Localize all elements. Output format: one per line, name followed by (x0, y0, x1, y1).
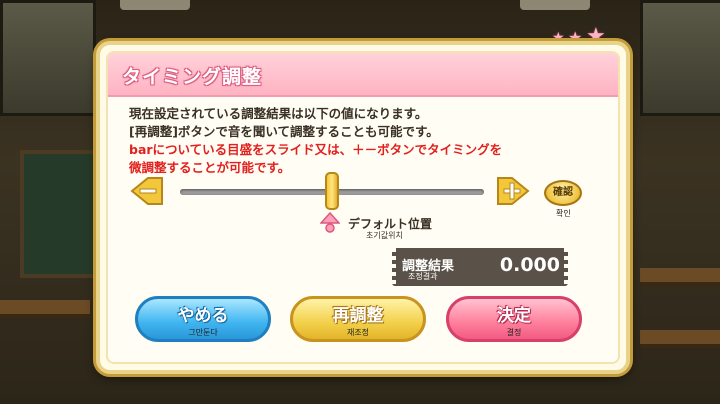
timing-slider-handle[interactable] (325, 172, 339, 210)
readjust-button[interactable]: 再調整 재조정 (290, 296, 426, 342)
bg-desk (640, 268, 720, 286)
default-position-marker-icon (320, 212, 340, 233)
bg-board (20, 150, 98, 278)
decide-button[interactable]: 決定 결정 (446, 296, 582, 342)
confirm-sublabel: 확인 (556, 209, 571, 218)
readjust-button-sublabel: 재조정 (346, 328, 370, 337)
bg-desk (0, 300, 90, 318)
cancel-button-sublabel: 그만둔다 (188, 328, 218, 337)
cancel-button-label: やめる (177, 306, 229, 326)
dialog-title: タイミング調整 (122, 66, 263, 88)
readjust-button-label: 再調整 (332, 306, 384, 326)
result-value: 0.000 (499, 254, 560, 276)
confirm-button[interactable]: 確認 (544, 180, 582, 206)
minus-arrow-icon[interactable] (130, 176, 164, 206)
decide-button-label: 決定 (497, 306, 531, 326)
bg-lamp (520, 0, 590, 10)
message-line-3: barについている目盛をスライド又は、＋－ボタンでタイミングを (129, 142, 503, 157)
bg-window (0, 0, 96, 116)
cancel-button[interactable]: やめる 그만둔다 (135, 296, 271, 342)
plus-arrow-icon[interactable] (496, 176, 530, 206)
message-line-4: 微調整することが可能です。 (129, 160, 291, 175)
decide-button-sublabel: 결정 (506, 328, 522, 337)
bg-window (640, 0, 720, 116)
dialog-title-bar: タイミング調整 (108, 53, 618, 97)
message-line-2: [再調整]ボタンで音を聞いて調整することも可能です。 (129, 124, 439, 139)
message-line-1: 現在設定されている調整結果は以下の値になります。 (129, 106, 428, 121)
bg-lamp (120, 0, 190, 10)
result-sublabel: 조정결과 (408, 272, 438, 281)
default-position-sublabel: 초기값위치 (366, 231, 403, 240)
bg-desk (640, 330, 720, 348)
